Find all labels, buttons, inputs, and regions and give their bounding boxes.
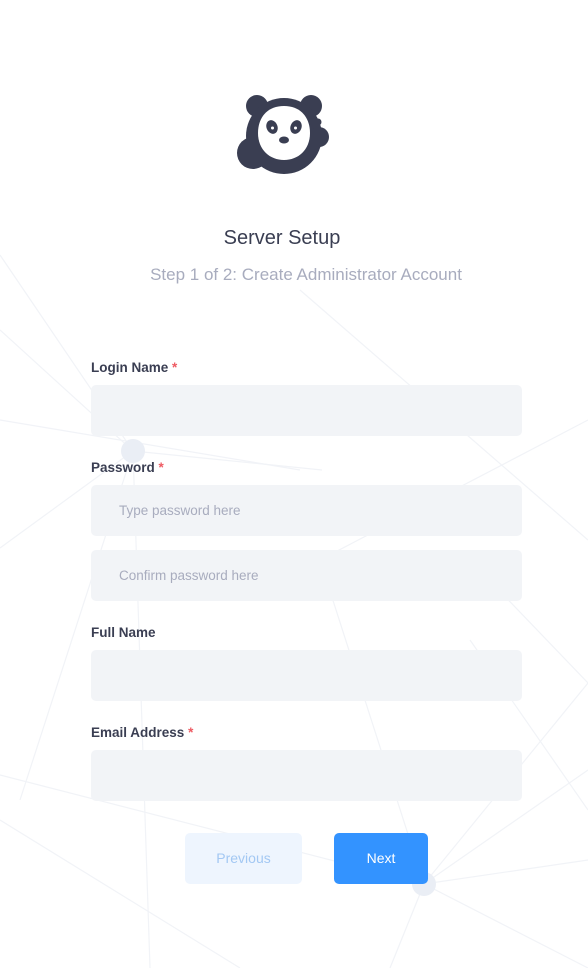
email-address-input[interactable] [91, 750, 522, 801]
panda-logo-icon [237, 95, 329, 174]
required-marker: * [158, 460, 164, 475]
required-marker: * [172, 360, 178, 375]
password-input[interactable]: Type password here [91, 485, 522, 536]
email-address-label: Email Address * [91, 725, 194, 740]
setup-page: Server Setup Step 1 of 2: Create Adminis… [0, 0, 588, 968]
next-button[interactable]: Next [334, 833, 428, 884]
confirm-password-input[interactable]: Confirm password here [91, 550, 522, 601]
full-name-input[interactable] [91, 650, 522, 701]
login-name-label: Login Name * [91, 360, 178, 375]
login-name-input[interactable] [91, 385, 522, 436]
page-subtitle: Step 1 of 2: Create Administrator Accoun… [150, 265, 462, 284]
password-label: Password * [91, 460, 164, 475]
full-name-label: Full Name [91, 625, 156, 640]
previous-button[interactable]: Previous [185, 833, 302, 884]
required-marker: * [188, 725, 194, 740]
page-title: Server Setup [223, 227, 341, 249]
